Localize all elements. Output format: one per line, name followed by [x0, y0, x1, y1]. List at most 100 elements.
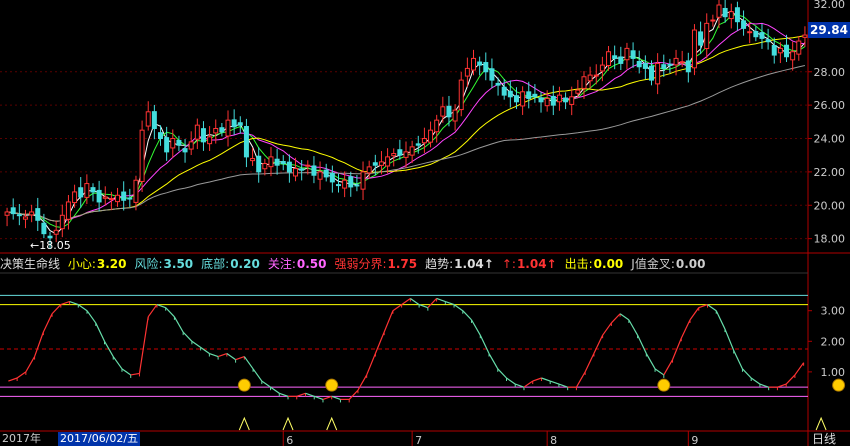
candle-body [495, 82, 501, 86]
indicator-item: J值金叉:0.00 [631, 257, 709, 271]
oscillator-segment [497, 368, 507, 379]
oscillator-segment [750, 377, 761, 385]
date-cursor-tag[interactable]: 2017/06/02/五 [58, 432, 141, 446]
candle-body [225, 119, 231, 137]
candle-body [348, 176, 354, 188]
oscillator-segment [383, 310, 394, 333]
oscillator-segment [182, 331, 193, 342]
price-tick-label: 22.00 [814, 166, 846, 179]
candle-body [716, 4, 722, 18]
oscillator-segment [410, 297, 420, 306]
indicator-item-value: 3.20 [96, 257, 127, 271]
candle-body [759, 32, 765, 39]
candle-body [403, 151, 409, 158]
buy-signal-icon [237, 378, 251, 392]
year-label: 2017年 [2, 432, 41, 445]
candle-body [213, 128, 219, 134]
oscillator-levels [0, 294, 808, 397]
candle-body [127, 197, 133, 200]
osc-tick-label: 2.00 [821, 335, 846, 348]
indicator-item-value: 0.20 [230, 257, 260, 271]
oscillator-segment [165, 307, 175, 318]
candle-body [428, 129, 434, 143]
indicator-item-value: 0.00 [675, 257, 706, 271]
candle-body [342, 179, 348, 189]
candle-body [507, 90, 513, 98]
candle-body [796, 40, 802, 55]
candle-body [65, 201, 71, 220]
candle-body [593, 74, 599, 77]
indicator-item: 小心:3.20 [68, 257, 131, 271]
oscillator-segment [637, 334, 647, 354]
oscillator-segment [506, 377, 516, 385]
candle-body [16, 214, 22, 217]
candle-body [59, 214, 65, 230]
candle-body [501, 86, 507, 96]
oscillator-segment [628, 319, 639, 336]
candle-body [483, 62, 489, 73]
period-selector[interactable]: 日线 [812, 432, 836, 446]
oscillator-segment [724, 328, 735, 351]
indicator-item-value: 1.04↑ [516, 257, 557, 271]
oscillator-segment [663, 359, 674, 376]
candle-body [704, 22, 710, 50]
candle-body [599, 64, 605, 72]
oscillator-segment [488, 353, 499, 370]
candle-body [286, 161, 292, 173]
last-price-tag: 29.84 [808, 22, 850, 38]
oscillator-segment [261, 380, 271, 388]
candle-body [655, 62, 661, 85]
oscillator-segment [575, 371, 586, 388]
oscillator-segment [138, 316, 149, 374]
candle-body [556, 94, 562, 103]
candle-body [182, 148, 188, 153]
candle-body [200, 128, 206, 143]
candle-body [176, 139, 182, 146]
candle-body [538, 97, 544, 103]
candle-body [624, 47, 630, 61]
candle-body [274, 158, 280, 166]
candle-body [753, 30, 759, 38]
candle-body [139, 129, 145, 182]
oscillator-segment [348, 389, 359, 400]
price-tick-label: 18.00 [814, 233, 846, 246]
candle-body [415, 143, 421, 146]
oscillator-segment [453, 304, 464, 312]
candle-body [90, 187, 96, 193]
candle-body [53, 229, 59, 235]
oscillator-segment [77, 304, 88, 312]
candle-body [569, 96, 575, 105]
candle-body [667, 63, 673, 66]
oscillator-segment [209, 352, 219, 358]
candle-body [722, 7, 728, 18]
oscillator-segment [462, 310, 472, 321]
candle-body [698, 31, 704, 46]
candle-body [612, 55, 618, 59]
candle-body [102, 196, 108, 199]
cross-marker-icon [815, 416, 827, 431]
oscillator-segment [742, 368, 752, 379]
candle-body [520, 91, 526, 107]
oscillator-segment [86, 310, 97, 324]
oscillator-segment [191, 340, 201, 348]
candle-body [575, 89, 581, 94]
oscillator-segment [366, 353, 376, 376]
candle-body [581, 76, 587, 89]
candle-body [207, 136, 213, 145]
price-grid [0, 0, 850, 446]
buy-signal-icon [832, 378, 846, 392]
candlesticks: ←18.05 [4, 0, 808, 252]
low-price-marker: ←18.05 [30, 239, 71, 252]
price-tick-label: 26.00 [814, 99, 846, 112]
candle-body [673, 57, 679, 66]
oscillator-segment [200, 346, 210, 355]
indicator-name: 决策生命线 [0, 257, 61, 271]
candle-body [29, 211, 35, 216]
candle-body [446, 105, 452, 118]
candle-body [164, 137, 170, 153]
candle-body [385, 156, 391, 167]
oscillator-segment [680, 319, 691, 339]
oscillator-segment [471, 319, 481, 336]
indicator-item-label: 风险: [134, 257, 163, 271]
candle-body [679, 61, 685, 64]
